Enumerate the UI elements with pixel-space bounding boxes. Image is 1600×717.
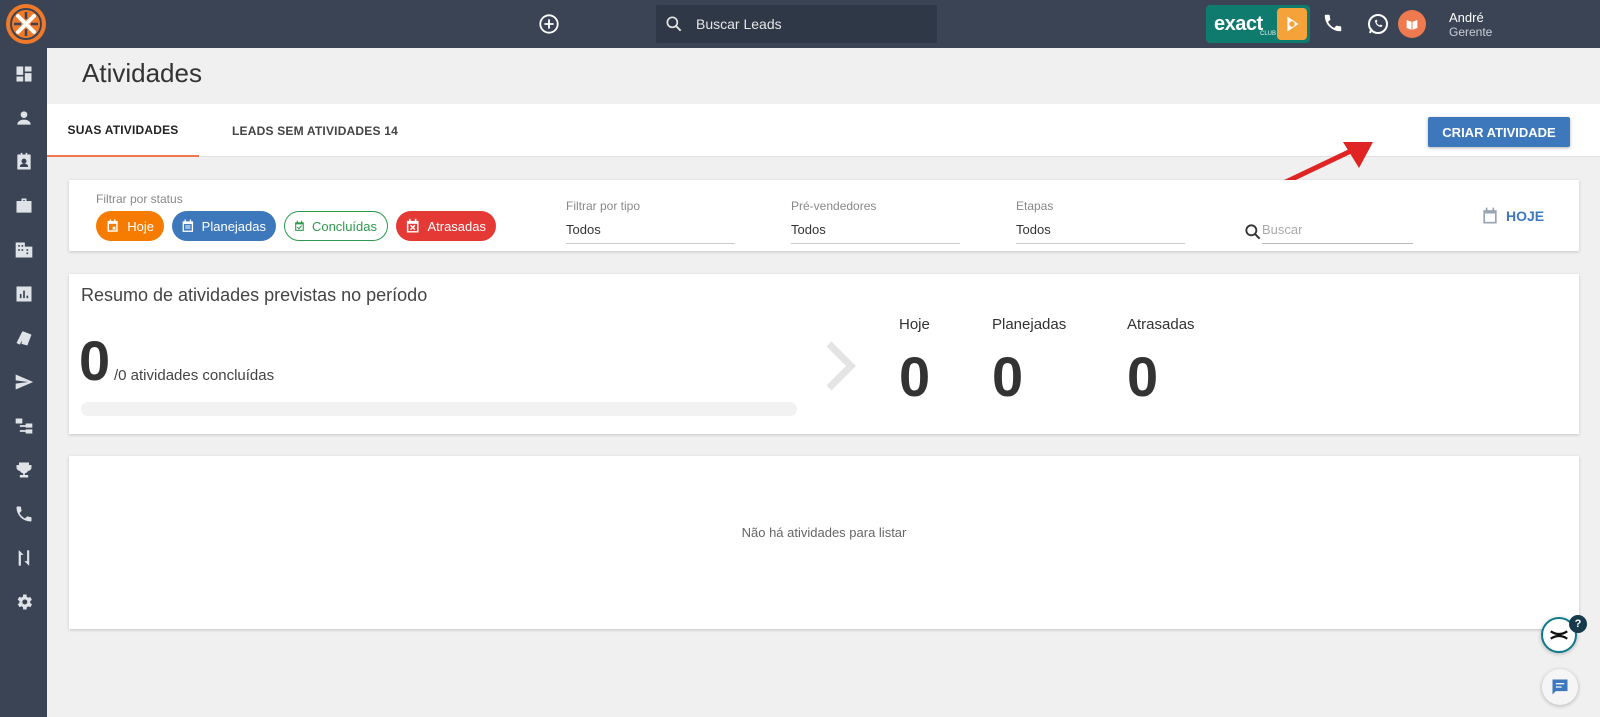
stat-hoje-value: 0 [899, 345, 931, 408]
chip-planejadas[interactable]: Planejadas [172, 211, 276, 241]
send-icon[interactable] [14, 372, 34, 392]
completed-count: 0 [79, 329, 111, 392]
phone-icon[interactable] [14, 504, 34, 524]
exact-help-icon [1550, 630, 1568, 640]
type-filter-label: Filtrar por tipo [566, 199, 641, 213]
status-filter-label: Filtrar por status [96, 192, 183, 206]
building-icon[interactable] [14, 240, 34, 260]
chip-hoje[interactable]: Hoje [96, 211, 164, 241]
calendar-icon [107, 219, 118, 232]
calendar-x-icon [406, 218, 419, 233]
stat-atrasadas-value: 0 [1127, 345, 1159, 408]
stat-atrasadas-label: Atrasadas [1127, 316, 1195, 333]
contact-card-icon[interactable] [14, 152, 34, 172]
book-icon [1406, 20, 1418, 30]
today-button-label: HOJE [1506, 208, 1545, 224]
user-role: Gerente [1449, 25, 1493, 39]
person-icon[interactable] [14, 108, 34, 128]
chart-icon[interactable] [14, 284, 34, 304]
top-bar: Buscar Leads exact CLUB André Gerente [0, 0, 1600, 48]
summary-title: Resumo de atividades previstas no períod… [81, 285, 428, 305]
presellers-filter-select[interactable]: Todos [791, 222, 960, 244]
chip-concluidas[interactable]: Concluídas [284, 211, 388, 241]
exact-club-sub: CLUB [1260, 31, 1277, 37]
whatsapp-icon[interactable] [1366, 12, 1390, 36]
sidebar [0, 48, 47, 717]
exact-club-badge[interactable]: exact CLUB [1206, 5, 1310, 43]
chip-planejadas-label: Planejadas [201, 218, 266, 234]
completed-label: /0 atividades concluídas [114, 367, 275, 384]
search-icon [666, 16, 682, 32]
stages-filter-select[interactable]: Todos [1016, 222, 1185, 244]
trophy-icon[interactable] [14, 460, 34, 480]
app-logo[interactable] [6, 4, 46, 44]
chip-hoje-label: Hoje [127, 218, 154, 234]
filter-card: Filtrar por status Hoje Planejadas Concl… [69, 180, 1579, 251]
help-button[interactable]: ? [1541, 615, 1587, 653]
hierarchy-icon[interactable] [14, 416, 34, 436]
completion-progress-bar [81, 402, 797, 416]
chip-atrasadas[interactable]: Atrasadas [396, 211, 496, 241]
activity-list: Não há atividades para listar [69, 456, 1579, 629]
user-name[interactable]: André [1449, 10, 1484, 25]
page-title: Atividades [82, 58, 202, 88]
logo-icon [10, 8, 42, 40]
tab-suas-atividades[interactable]: SUAS ATIVIDADES [47, 104, 199, 157]
briefcase-icon[interactable] [14, 196, 34, 216]
exact-club-brand: exact [1214, 12, 1263, 35]
lead-search-placeholder: Buscar Leads [696, 16, 782, 32]
lead-search-input[interactable]: Buscar Leads [656, 5, 937, 43]
activity-search-input[interactable]: Buscar [1262, 218, 1413, 244]
chip-concluidas-label: Concluídas [311, 218, 377, 234]
phone-icon[interactable] [1322, 12, 1346, 36]
stat-planejadas-value: 0 [992, 345, 1024, 408]
add-circle-icon[interactable] [538, 13, 560, 35]
question-icon: ? [1569, 615, 1587, 633]
play-icon [1277, 8, 1307, 40]
chat-icon [1552, 679, 1568, 695]
calendar-list-icon [182, 219, 194, 232]
stat-planejadas-label: Planejadas [992, 316, 1067, 333]
type-filter-select[interactable]: Todos [566, 222, 735, 244]
search-icon [1245, 224, 1261, 240]
today-button[interactable]: HOJE [1480, 206, 1544, 226]
chevron-right-icon [826, 341, 856, 391]
create-activity-button[interactable]: CRIAR ATIVIDADE [1428, 117, 1570, 147]
presellers-filter-label: Pré-vendedores [791, 199, 877, 213]
chat-button[interactable] [1542, 669, 1578, 705]
dashboard-icon[interactable] [14, 64, 34, 84]
calendar-icon [1483, 207, 1497, 224]
empty-list-message: Não há atividades para listar [741, 525, 907, 540]
tags-icon[interactable] [14, 328, 34, 348]
calendar-check-icon [295, 220, 304, 231]
chip-atrasadas-label: Atrasadas [427, 218, 486, 234]
avatar[interactable] [1398, 10, 1426, 38]
settings-icon[interactable] [14, 592, 34, 612]
tab-leads-sem-atividades[interactable]: LEADS SEM ATIVIDADES 14 [222, 104, 408, 157]
stat-hoje-label: Hoje [899, 316, 930, 333]
sort-icon[interactable] [14, 548, 34, 568]
summary-card: Resumo de atividades previstas no períod… [69, 274, 1579, 434]
stages-filter-label: Etapas [1016, 199, 1054, 213]
